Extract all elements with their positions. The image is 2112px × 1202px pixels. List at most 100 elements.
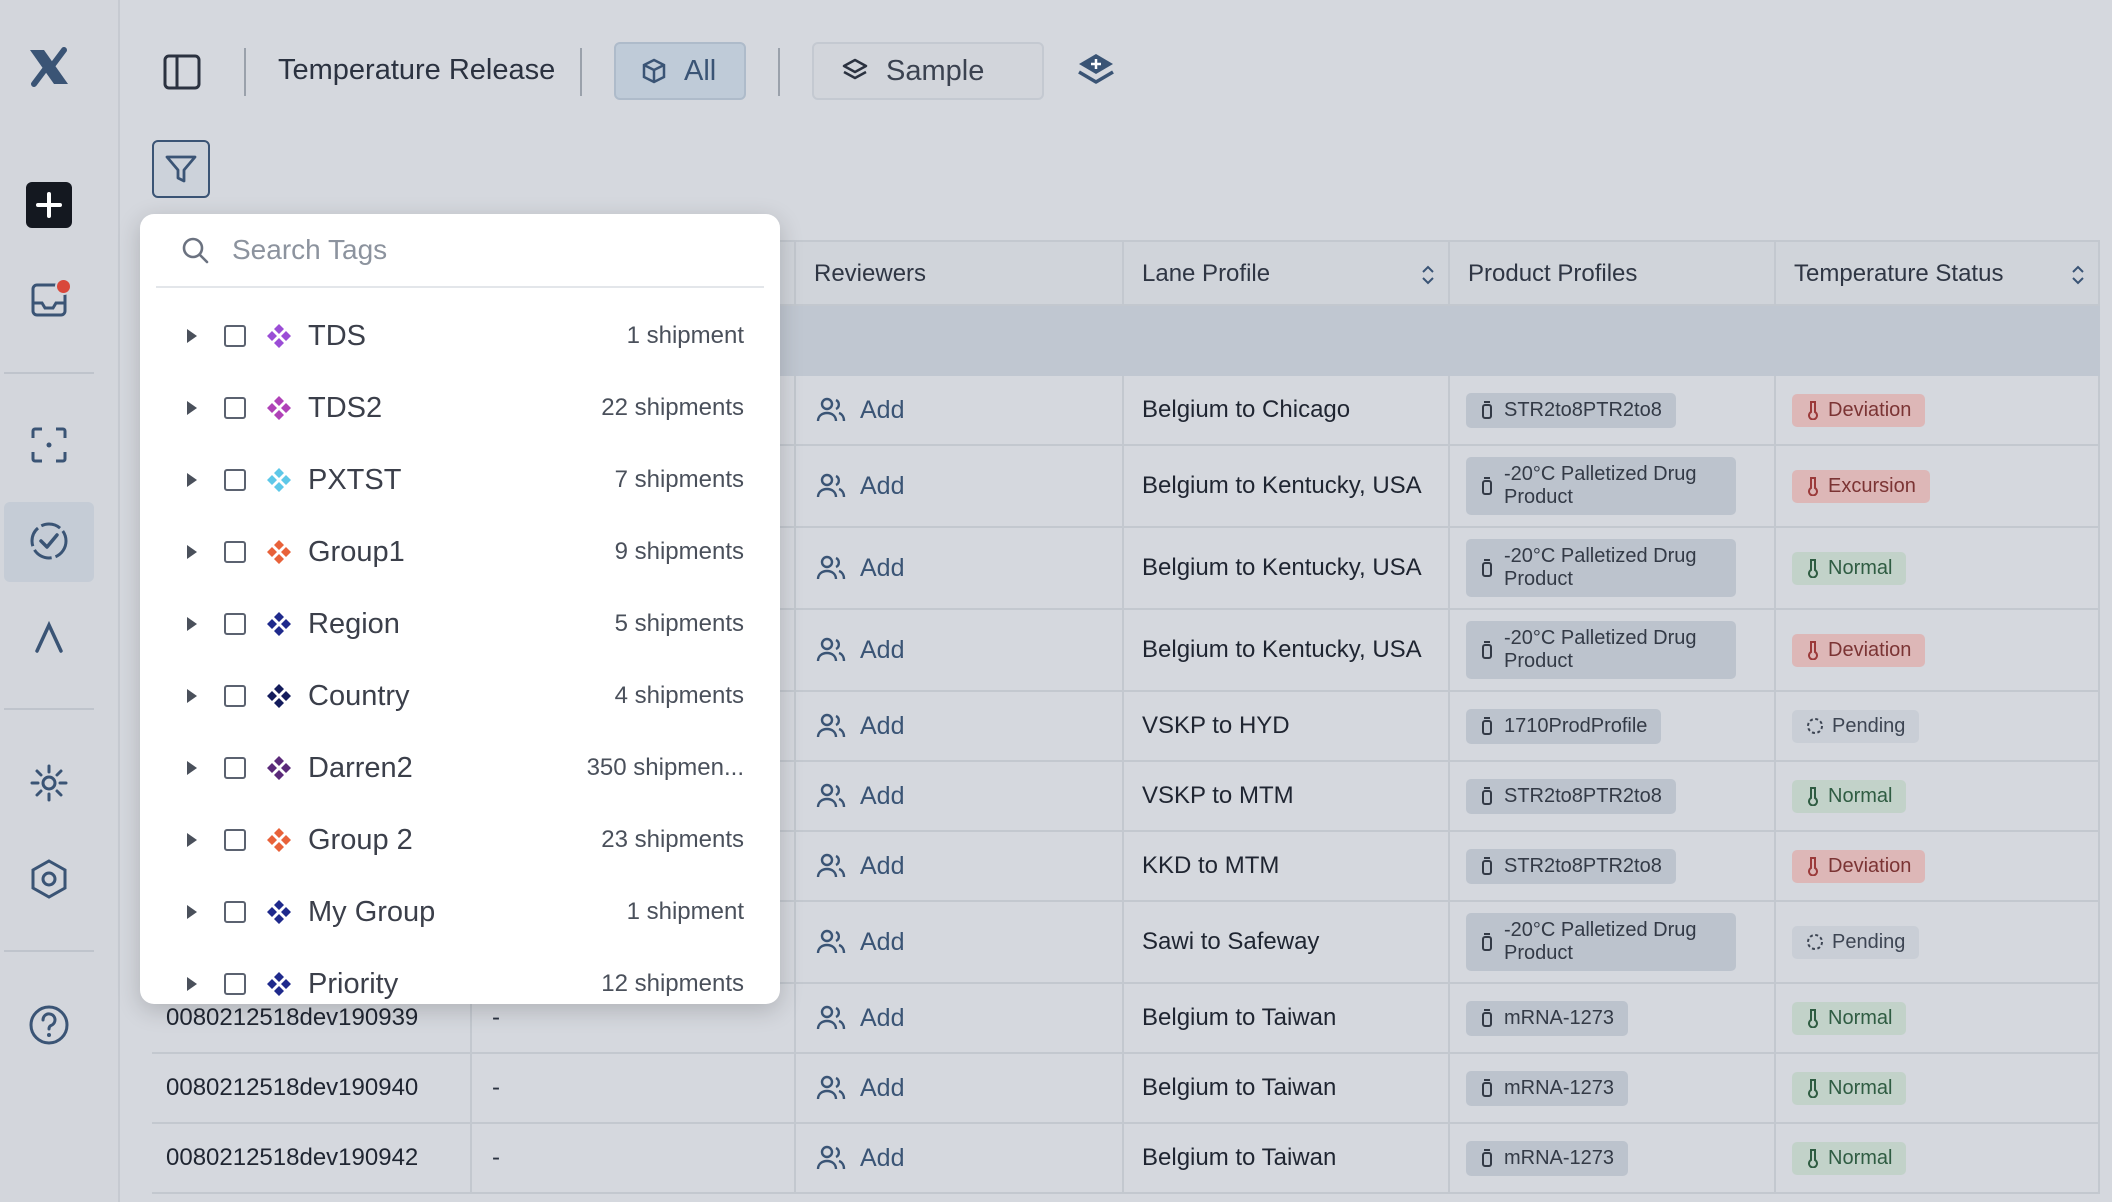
status-badge: Normal [1792, 1001, 1907, 1035]
lambda-button[interactable] [22, 610, 76, 664]
table-row[interactable]: 0080212518dev190940- Add Belgium to Taiwan… [152, 1054, 2100, 1124]
add-reviewer-button[interactable]: Add [794, 446, 1122, 526]
product-profile-chip[interactable]: STR2to8PTR2to8 [1466, 848, 1676, 884]
table-row[interactable]: 0080212518dev190942- Add Belgium to Taiwan… [152, 1124, 2100, 1194]
app-logo[interactable] [24, 42, 74, 92]
expand-caret-icon[interactable] [184, 903, 200, 921]
product-profile-chip[interactable]: STR2to8PTR2to8 [1466, 392, 1676, 428]
tag-list-item[interactable]: TDS2 22 shipments [140, 372, 780, 444]
column-label: Reviewers [814, 260, 927, 287]
add-reviewer-button[interactable]: Add [794, 1054, 1122, 1122]
vial-icon [1482, 1149, 1492, 1167]
lane-profile: Sawi to Safeway [1122, 902, 1448, 982]
pending-icon [1807, 934, 1823, 950]
product-profile-chip[interactable]: -20°C Palletized Drug Product [1466, 539, 1736, 597]
product-profile-chip[interactable]: -20°C Palletized Drug Product [1466, 457, 1736, 515]
tag-name: My Group [308, 895, 436, 928]
add-reviewer-button[interactable]: Add [794, 762, 1122, 830]
expand-caret-icon[interactable] [184, 615, 200, 633]
inbox-button[interactable] [22, 272, 76, 326]
product-profile-chip[interactable]: 1710ProdProfile [1466, 708, 1662, 744]
shipment-id[interactable]: 0080212518dev190942 [152, 1124, 472, 1192]
thermometer-icon [1808, 477, 1818, 496]
add-reviewer-button[interactable]: Add [794, 610, 1122, 690]
scan-button[interactable] [22, 418, 76, 472]
product-profile-chip[interactable]: STR2to8PTR2to8 [1466, 778, 1676, 814]
column-header-temperature-status[interactable]: Temperature Status [1774, 242, 2100, 306]
users-icon [816, 473, 846, 498]
vial-icon [1482, 477, 1492, 495]
tag-list-item[interactable]: TDS 1 shipment [140, 300, 780, 372]
sort-icon [1422, 265, 1434, 285]
tag-list-item[interactable]: Group1 9 shipments [140, 516, 780, 588]
settings-button[interactable] [22, 756, 76, 810]
page-title: Temperature Release [278, 54, 556, 86]
tag-checkbox[interactable] [224, 325, 246, 347]
tag-list-item[interactable]: Country 4 shipments [140, 660, 780, 732]
sidebar-toggle-button[interactable] [160, 50, 204, 94]
tag-checkbox[interactable] [224, 685, 246, 707]
tag-count: 350 shipmen... [586, 754, 744, 781]
add-reviewer-label: Add [860, 1003, 905, 1032]
view-all-button[interactable]: All [614, 42, 746, 100]
release-button[interactable] [22, 514, 76, 568]
expand-caret-icon[interactable] [184, 327, 200, 345]
lane-profile: KKD to MTM [1122, 832, 1448, 900]
product-profile-chip[interactable]: -20°C Palletized Drug Product [1466, 621, 1736, 679]
add-reviewer-button[interactable]: Add [794, 376, 1122, 444]
expand-caret-icon[interactable] [184, 543, 200, 561]
add-reviewer-button[interactable]: Add [794, 902, 1122, 982]
tag-list-item[interactable]: Group 2 23 shipments [140, 804, 780, 876]
product-profile-chip[interactable]: mRNA-1273 [1466, 1070, 1629, 1106]
add-reviewer-button[interactable]: Add [794, 1124, 1122, 1192]
product-profile-cell: STR2to8PTR2to8 [1448, 762, 1774, 830]
lane-profile: Belgium to Kentucky, USA [1122, 446, 1448, 526]
expand-caret-icon[interactable] [184, 471, 200, 489]
tag-list-item[interactable]: My Group 1 shipment [140, 876, 780, 948]
users-icon [816, 555, 846, 580]
tag-checkbox[interactable] [224, 757, 246, 779]
product-profile-chip[interactable]: mRNA-1273 [1466, 1000, 1629, 1036]
tag-search-input[interactable] [230, 233, 714, 267]
add-reviewer-label: Add [860, 781, 905, 810]
view-all-label: All [684, 54, 717, 87]
sort-icon [2072, 265, 2084, 285]
help-button[interactable] [22, 998, 76, 1052]
expand-caret-icon[interactable] [184, 687, 200, 705]
add-reviewer-button[interactable]: Add [794, 528, 1122, 608]
add-reviewer-button[interactable]: Add [794, 832, 1122, 900]
product-profile-chip[interactable]: mRNA-1273 [1466, 1140, 1629, 1176]
shipment-id[interactable]: 0080212518dev190940 [152, 1054, 472, 1122]
add-reviewer-button[interactable]: Add [794, 984, 1122, 1052]
add-reviewer-button[interactable]: Add [794, 692, 1122, 760]
tag-list-item[interactable]: PXTST 7 shipments [140, 444, 780, 516]
tag-name: TDS2 [308, 391, 383, 424]
expand-caret-icon[interactable] [184, 399, 200, 417]
thermometer-icon [1808, 641, 1818, 660]
sample-view-button[interactable]: Sample [812, 42, 1044, 100]
tag-checkbox[interactable] [224, 901, 246, 923]
tag-checkbox[interactable] [224, 829, 246, 851]
column-header-product-profiles: Product Profiles [1448, 242, 1774, 306]
tag-name: TDS [308, 319, 366, 352]
hexagon-button[interactable] [22, 852, 76, 906]
tag-name: Priority [308, 967, 399, 1000]
product-profile-chip[interactable]: -20°C Palletized Drug Product [1466, 913, 1736, 971]
add-layer-button[interactable] [1074, 50, 1118, 99]
tag-checkbox[interactable] [224, 469, 246, 491]
filter-button[interactable] [152, 140, 210, 198]
tag-checkbox[interactable] [224, 397, 246, 419]
expand-caret-icon[interactable] [184, 759, 200, 777]
column-header-lane-profile[interactable]: Lane Profile [1122, 242, 1448, 306]
status-badge: Normal [1792, 551, 1907, 585]
tag-list-item[interactable]: Darren2 350 shipmen... [140, 732, 780, 804]
tag-list-item[interactable]: Region 5 shipments [140, 588, 780, 660]
tag-checkbox[interactable] [224, 613, 246, 635]
tag-list-item[interactable]: Priority 12 shipments [140, 948, 780, 1004]
product-profile-label: STR2to8PTR2to8 [1504, 784, 1662, 807]
tag-checkbox[interactable] [224, 973, 246, 995]
expand-caret-icon[interactable] [184, 831, 200, 849]
new-button[interactable] [26, 182, 72, 228]
tag-checkbox[interactable] [224, 541, 246, 563]
expand-caret-icon[interactable] [184, 975, 200, 993]
